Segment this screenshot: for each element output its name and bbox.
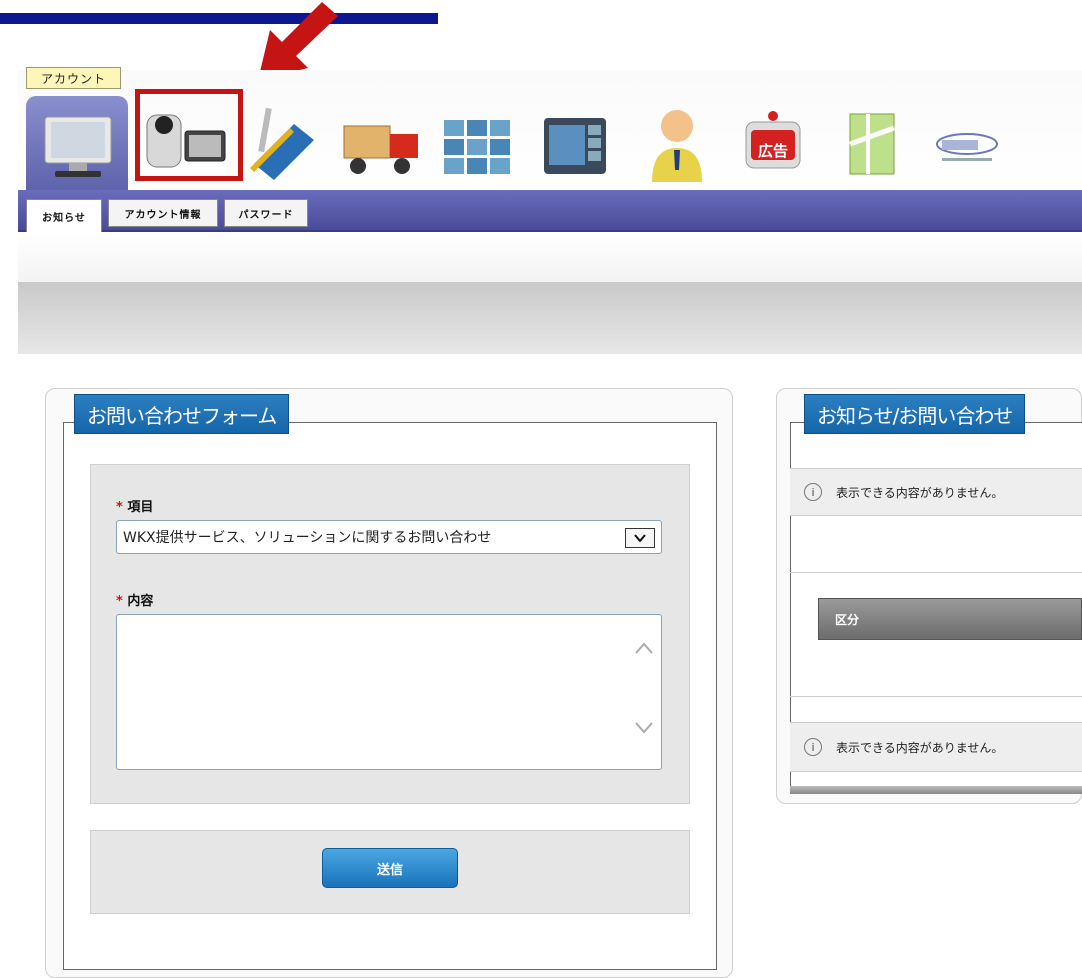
scroll-up-icon[interactable] [635,635,653,659]
scroll-down-icon[interactable] [635,715,653,739]
card-pen-icon[interactable] [244,104,320,182]
ad-badge-label: 広告 [757,142,788,160]
item-select[interactable]: WKX提供サービス、ソリューションに関するお問い合わせ [116,520,662,554]
empty-message-row: i 表示できる内容がありません。 [790,468,1082,516]
submit-button[interactable]: 送信 [322,848,458,888]
required-mark: * [116,500,123,515]
content-label-row: * 内容 [116,590,153,609]
tab-notice[interactable]: お知らせ [26,199,102,232]
page: アカウント 広告 お知らせ アカウント情報 パスワード お問い合わせフォーム *… [0,0,1082,978]
annotation-bar [0,13,438,24]
header-band [18,232,1082,282]
news-panel-title: お知らせ/お問い合わせ [804,394,1026,434]
divider [790,572,1082,573]
person-icon[interactable] [646,104,708,184]
inquiry-form-title: お問い合わせフォーム [74,394,290,434]
highlight-annotation [135,89,243,181]
item-label-row: * 項目 [116,496,153,515]
header-gray-band [18,282,1082,354]
monitor-icon[interactable] [38,112,118,184]
chevron-down-icon[interactable] [625,528,655,548]
content-label: 内容 [127,594,154,609]
map-icon[interactable] [846,110,898,178]
category-column-header: 区分 [818,598,1082,640]
empty-message: 表示できる内容がありません。 [836,740,1004,755]
info-icon: i [804,483,822,501]
logo-icon[interactable] [932,126,1002,168]
info-icon: i [804,738,822,756]
divider [790,696,1082,697]
news-panel-footer [790,786,1082,794]
empty-message: 表示できる内容がありません。 [836,485,1004,500]
tab-account-info[interactable]: アカウント情報 [108,199,218,227]
content-textarea[interactable] [116,614,662,770]
required-mark: * [116,594,123,609]
media-window-icon[interactable] [540,114,610,180]
ad-badge-icon[interactable]: 広告 [742,110,804,176]
tab-password[interactable]: パスワード [224,199,308,227]
item-label: 項目 [127,500,154,515]
toolbar-tooltip: アカウント [26,67,121,89]
item-select-value: WKX提供サービス、ソリューションに関するお問い合わせ [123,530,492,546]
delivery-truck-icon[interactable] [340,116,424,180]
empty-message-row: i 表示できる内容がありません。 [790,722,1082,772]
video-wall-icon[interactable] [440,114,514,180]
